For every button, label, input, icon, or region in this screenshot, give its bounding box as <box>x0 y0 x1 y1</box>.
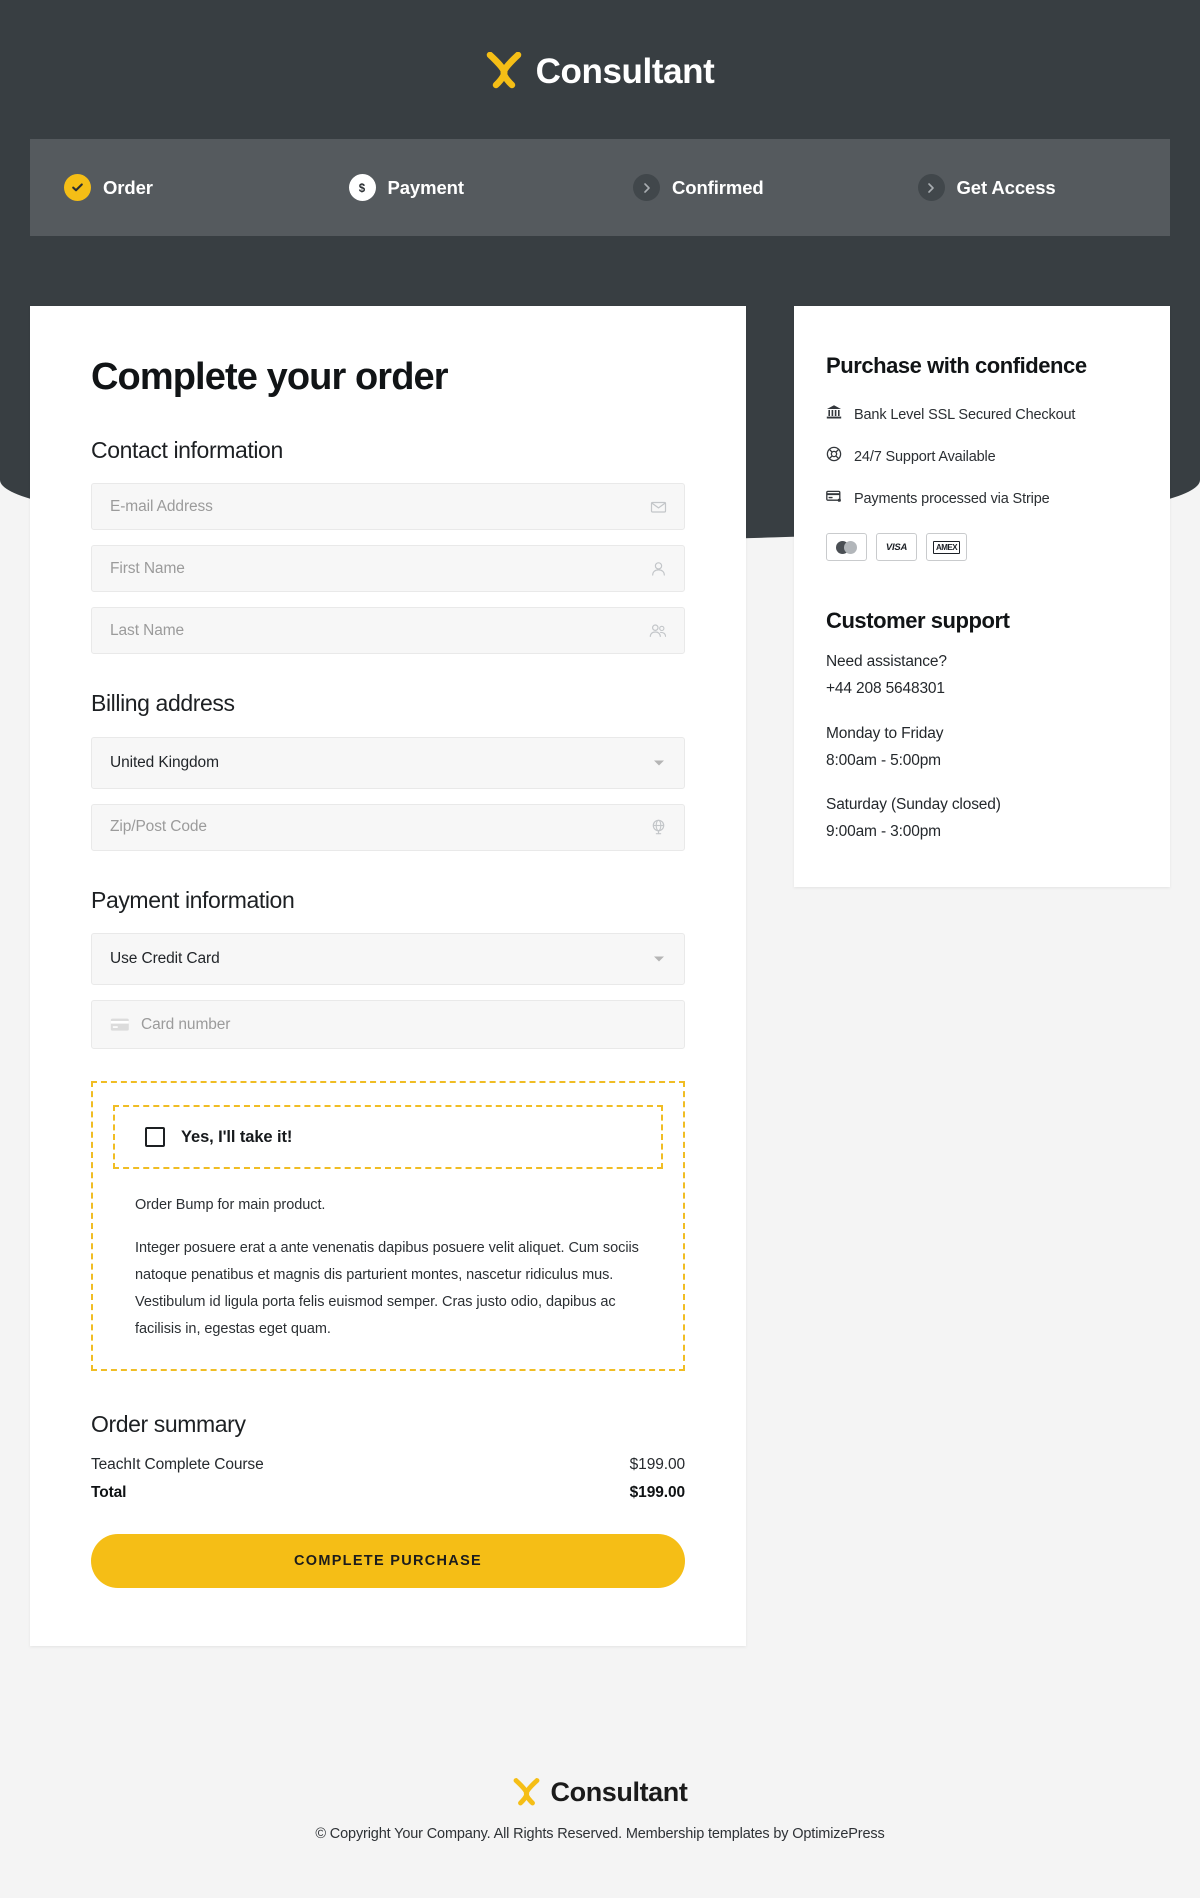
step-confirmed[interactable]: Confirmed <box>601 174 886 201</box>
email-field-placeholder: E-mail Address <box>110 497 213 515</box>
step-get-access-label: Get Access <box>956 176 1056 198</box>
envelope-icon <box>650 498 667 515</box>
order-bump-checkbox[interactable] <box>145 1127 165 1148</box>
credit-card-icon <box>110 1017 130 1032</box>
chevron-down-icon <box>654 760 664 766</box>
trust-item-ssl-text: Bank Level SSL Secured Checkout <box>854 406 1076 423</box>
payment-information-heading: Payment information <box>91 886 295 913</box>
card-number-placeholder: Card number <box>141 1015 231 1033</box>
first-name-field[interactable]: First Name <box>91 545 685 593</box>
billing-address-heading: Billing address <box>91 690 235 717</box>
payment-method-value: Use Credit Card <box>110 950 220 968</box>
order-bump-toggle[interactable]: Yes, I'll take it! <box>113 1105 663 1170</box>
people-icon <box>649 622 667 639</box>
amex-label: AMEX <box>932 540 961 554</box>
chevron-down-icon <box>654 956 664 962</box>
order-summary-item-row: TeachIt Complete Course $199.00 <box>91 1456 685 1474</box>
customer-support-heading: Customer support <box>826 608 1010 634</box>
header-logo[interactable]: Consultant <box>0 52 1200 90</box>
payment-method-select[interactable]: Use Credit Card <box>91 933 685 986</box>
complete-purchase-button[interactable]: COMPLETE PURCHASE <box>91 1533 685 1588</box>
order-summary-total-label: Total <box>91 1483 127 1501</box>
step-get-access[interactable]: Get Access <box>886 174 1171 201</box>
last-name-field-placeholder: Last Name <box>110 621 185 639</box>
zip-code-field[interactable]: Zip/Post Code <box>91 803 685 851</box>
support-weekday-label: Monday to Friday <box>826 724 944 742</box>
order-bump-lead: Order Bump for main product. <box>135 1197 326 1214</box>
step-payment-label: Payment <box>387 176 465 198</box>
country-select[interactable]: United Kingdom <box>91 736 685 789</box>
visa-label: VISA <box>885 541 908 553</box>
order-bump-description: Integer posuere erat a ante venenatis da… <box>135 1240 639 1337</box>
order-bump-label: Yes, I'll take it! <box>181 1127 293 1146</box>
page-title: Complete your order <box>91 356 449 398</box>
email-field[interactable]: E-mail Address <box>91 483 685 531</box>
lifebuoy-icon <box>826 446 842 467</box>
order-summary-total-row: Total $199.00 <box>91 1484 685 1502</box>
order-bump: Yes, I'll take it! Order Bump for main p… <box>91 1081 685 1371</box>
footer-brand-name: Consultant <box>550 1777 688 1807</box>
step-confirmed-label: Confirmed <box>672 176 764 198</box>
trust-item-stripe-text: Payments processed via Stripe <box>854 490 1050 507</box>
globe-icon <box>650 819 667 836</box>
purchase-confidence-heading: Purchase with confidence <box>826 353 1087 378</box>
order-form-card: Complete your order Contact information … <box>30 306 746 1646</box>
order-summary-item-name: TeachIt Complete Course <box>91 1455 264 1473</box>
x-logo-icon <box>513 1778 539 1806</box>
page-footer: Consultant © Copyright Your Company. All… <box>0 1778 1200 1842</box>
sidebar-card: Purchase with confidence Bank Level SSL … <box>794 306 1170 888</box>
country-select-value: United Kingdom <box>110 753 219 771</box>
support-weekend-label: Saturday (Sunday closed) <box>826 795 1001 813</box>
trust-item-ssl: Bank Level SSL Secured Checkout <box>826 404 1138 425</box>
check-icon <box>64 174 91 201</box>
contact-information-heading: Contact information <box>91 436 283 463</box>
order-summary-heading: Order summary <box>91 1410 246 1437</box>
svg-text:$: $ <box>359 183 366 195</box>
checkout-page: Consultant Order $ Payment Confirmed Get… <box>0 0 1200 1898</box>
credit-card-icon <box>826 488 842 509</box>
step-order-label: Order <box>103 176 153 198</box>
person-icon <box>650 560 667 577</box>
visa-icon: VISA <box>876 533 917 562</box>
order-summary-total-price: $199.00 <box>629 1483 685 1501</box>
accepted-card-badges: VISA AMEX <box>826 533 1138 562</box>
support-assistance-label: Need assistance? <box>826 653 947 671</box>
dollar-icon: $ <box>348 174 376 201</box>
chevron-right-icon <box>917 174 945 201</box>
footer-logo[interactable]: Consultant <box>0 1778 1200 1807</box>
order-bump-body: Order Bump for main product. Integer pos… <box>113 1197 663 1342</box>
support-phone[interactable]: +44 208 5648301 <box>826 675 1138 702</box>
step-order[interactable]: Order <box>30 174 317 201</box>
mastercard-icon <box>826 533 867 562</box>
order-summary-item-price: $199.00 <box>629 1455 685 1473</box>
bank-icon <box>826 404 842 425</box>
first-name-field-placeholder: First Name <box>110 559 185 577</box>
checkout-step-bar: Order $ Payment Confirmed Get Access <box>30 139 1170 236</box>
support-weekend-hours: 9:00am - 3:00pm <box>826 822 941 840</box>
amex-icon: AMEX <box>926 533 967 562</box>
step-payment[interactable]: $ Payment <box>317 174 602 201</box>
x-logo-icon <box>486 52 521 89</box>
header-brand-name: Consultant <box>535 51 715 91</box>
footer-copyright: © Copyright Your Company. All Rights Res… <box>315 1826 885 1842</box>
card-number-field[interactable]: Card number <box>91 1000 685 1050</box>
trust-item-stripe: Payments processed via Stripe <box>826 488 1138 509</box>
zip-code-field-placeholder: Zip/Post Code <box>110 818 207 836</box>
support-weekday-hours: 8:00am - 5:00pm <box>826 751 941 769</box>
last-name-field[interactable]: Last Name <box>91 607 685 655</box>
chevron-right-icon <box>633 174 660 201</box>
trust-item-support-text: 24/7 Support Available <box>854 448 996 465</box>
trust-item-support: 24/7 Support Available <box>826 446 1138 467</box>
checkout-columns: Complete your order Contact information … <box>30 306 1170 1646</box>
